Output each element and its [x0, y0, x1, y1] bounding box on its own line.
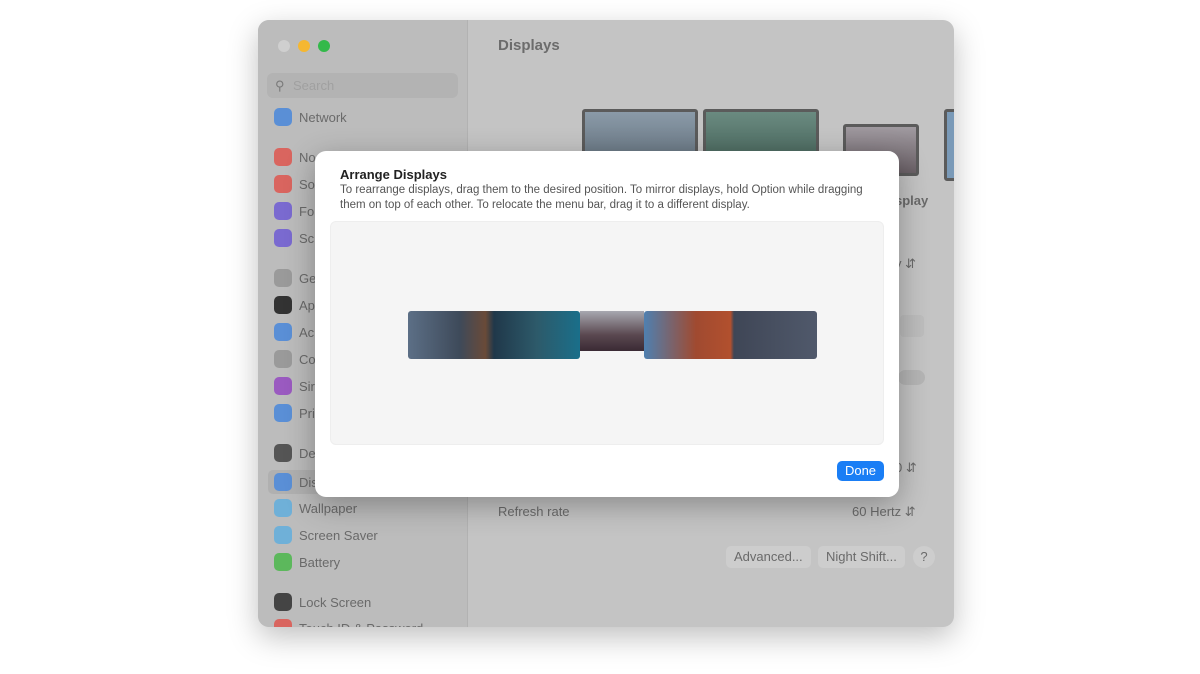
- sidebar-item-label: Ac: [299, 324, 315, 340]
- arrange-displays-dialog: Arrange Displays To rearrange displays, …: [315, 151, 899, 497]
- search-icon: ⚲: [275, 78, 285, 93]
- display-thumbnail[interactable]: [944, 109, 954, 181]
- sidebar-item-icon: [274, 553, 292, 571]
- display-2[interactable]: [580, 311, 644, 351]
- sidebar-item[interactable]: Fo: [274, 201, 314, 221]
- page-title: Displays: [498, 37, 560, 54]
- sidebar-item[interactable]: Lock Screen: [274, 592, 371, 612]
- sidebar-item[interactable]: Sir: [274, 376, 315, 396]
- night-shift-button[interactable]: Night Shift...: [818, 546, 905, 568]
- search-input[interactable]: ⚲ Search: [267, 73, 458, 98]
- sidebar-item-label: Battery: [299, 554, 341, 570]
- sidebar-item[interactable]: Ge: [274, 268, 316, 288]
- minimize-window-button[interactable]: [298, 40, 310, 52]
- sidebar-item-icon: [274, 377, 292, 395]
- sidebar-item-label: So: [299, 176, 315, 192]
- sidebar-item-label: Sc: [299, 230, 315, 246]
- sidebar-item-icon: [274, 269, 292, 287]
- close-window-button[interactable]: [278, 40, 290, 52]
- sidebar-item-icon: [274, 296, 292, 314]
- sidebar-item-label: Ap: [299, 297, 315, 313]
- setting-field[interactable]: [900, 315, 924, 337]
- sidebar-item-label: Network: [299, 109, 347, 125]
- sidebar-item-label: Wallpaper: [299, 500, 358, 516]
- sidebar-item-label: Co: [299, 351, 316, 367]
- sidebar-item-icon: [274, 619, 292, 627]
- sidebar-item[interactable]: Battery: [274, 552, 340, 572]
- sidebar-item-icon: [274, 202, 292, 220]
- advanced-button[interactable]: Advanced...: [726, 546, 811, 568]
- sidebar-item[interactable]: Wallpaper: [274, 498, 357, 518]
- sidebar-item-icon: [274, 404, 292, 422]
- refresh-rate-label: Refresh rate: [498, 504, 570, 519]
- display-3[interactable]: [644, 311, 817, 359]
- zoom-window-button[interactable]: [318, 40, 330, 52]
- search-placeholder: Search: [293, 78, 335, 93]
- dialog-title: Arrange Displays: [340, 167, 447, 182]
- sidebar-item-label: Pri: [299, 405, 315, 421]
- sidebar-item[interactable]: Ap: [274, 295, 315, 315]
- dialog-description: To rearrange displays, drag them to the …: [340, 184, 863, 211]
- sidebar-item[interactable]: Screen Saver: [274, 525, 378, 545]
- sidebar-item-icon: [274, 323, 292, 341]
- sidebar-item[interactable]: Touch ID & Password: [274, 618, 423, 627]
- sidebar-item-icon: [274, 593, 292, 611]
- sidebar-item[interactable]: So: [274, 174, 315, 194]
- sidebar-item[interactable]: Pri: [274, 403, 315, 423]
- sidebar-item-icon: [274, 229, 292, 247]
- sidebar-item-label: Ge: [299, 270, 317, 286]
- sidebar-item[interactable]: Ac: [274, 322, 314, 342]
- sidebar-item-label: Lock Screen: [299, 594, 372, 610]
- sidebar-item-icon: [274, 499, 292, 517]
- display-arrangement-area: [330, 221, 884, 445]
- sidebar-item-label: No: [299, 149, 316, 165]
- sidebar-item-icon: [274, 350, 292, 368]
- sidebar-item-label: Touch ID & Password: [299, 621, 423, 628]
- display-1[interactable]: [408, 311, 580, 359]
- sidebar-item-icon: [274, 444, 292, 462]
- done-button[interactable]: Done: [837, 461, 884, 481]
- sidebar-item-icon: [274, 148, 292, 166]
- refresh-rate-value: 60 Hertz: [852, 504, 902, 519]
- sidebar-item-icon: [274, 175, 292, 193]
- sidebar-item-icon: [274, 526, 292, 544]
- sidebar-item-label: Screen Saver: [299, 527, 378, 543]
- toggle-switch[interactable]: [898, 370, 925, 385]
- refresh-rate-select[interactable]: 60 Hertz ⇵: [852, 504, 916, 520]
- sidebar-item-icon: [274, 108, 292, 126]
- sidebar-item-label: Sir: [299, 378, 315, 394]
- sidebar-item[interactable]: Co: [274, 349, 316, 369]
- sidebar-item-label: Fo: [299, 203, 315, 219]
- sidebar-item[interactable]: Sc: [274, 228, 314, 248]
- sidebar-item[interactable]: De: [274, 443, 316, 463]
- sidebar-item-label: De: [299, 445, 316, 461]
- sidebar-item[interactable]: Network: [274, 107, 347, 127]
- display-name-label: splay: [895, 193, 929, 208]
- help-button[interactable]: ?: [913, 546, 935, 568]
- sidebar-item-icon: [274, 473, 292, 491]
- sidebar-item[interactable]: No: [274, 147, 316, 167]
